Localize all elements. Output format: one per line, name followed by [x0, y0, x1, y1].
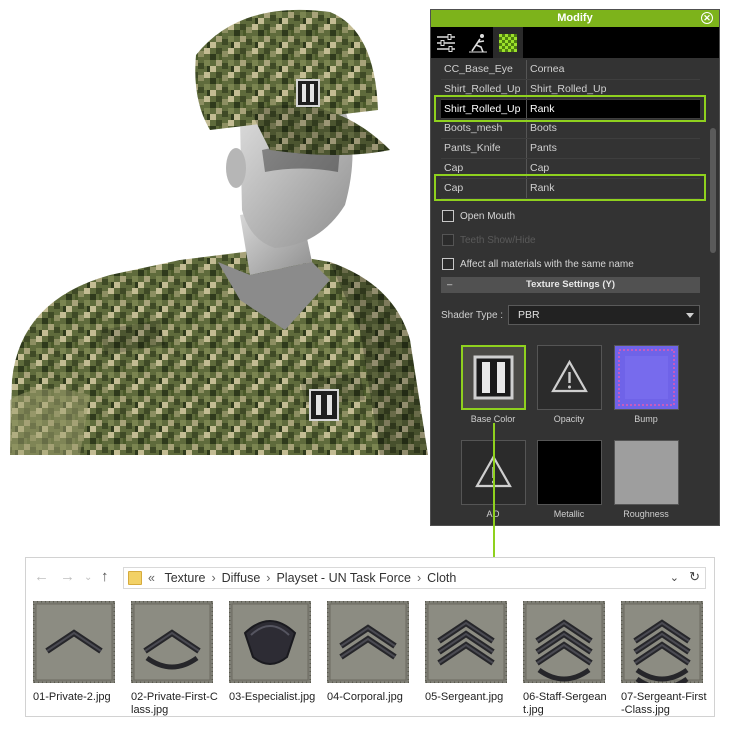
- file-item[interactable]: 03-Especialist.jpg: [227, 599, 317, 704]
- up-arrow-icon[interactable]: ↑: [101, 568, 109, 585]
- opacity-slot[interactable]: [537, 345, 602, 410]
- highlight-frame: [434, 95, 706, 122]
- rank-thumbnail: [521, 599, 607, 685]
- breadcrumb-cloth[interactable]: Cloth: [427, 571, 456, 585]
- rank-thumbnail: [423, 599, 509, 685]
- close-circle-icon[interactable]: ✕: [701, 12, 713, 24]
- file-explorer-window: ← → ⌄ ↑ « Texture › Diffuse › Playset - UN T…: [25, 557, 715, 717]
- explorer-nav-bar: ← → ⌄ ↑ « Texture › Diffuse › Playset - UN T…: [26, 558, 714, 594]
- material-name: Pants: [530, 142, 557, 155]
- chevron-down-icon: [686, 313, 694, 318]
- breadcrumb: « Texture › Diffuse › Playset - UN Task Forc…: [148, 568, 456, 588]
- file-name: 04-Corporal.jpg: [327, 691, 403, 703]
- modify-panel: Modify ✕ CC_Base_Eye Cornea Shirt_Rolled_…: [430, 9, 720, 526]
- file-name: 01-Private-2.jpg: [33, 691, 111, 703]
- roughness-slot[interactable]: [614, 440, 679, 505]
- section-title: Texture Settings (Y): [525, 279, 616, 290]
- refresh-icon[interactable]: ↻: [689, 567, 700, 587]
- panel-title: Modify: [557, 12, 593, 24]
- rank-thumbnail: [129, 599, 215, 685]
- metallic-slot[interactable]: [537, 440, 602, 505]
- checkbox-box[interactable]: [442, 210, 454, 222]
- shader-value: PBR: [518, 309, 540, 321]
- object-name: Pants_Knife: [441, 139, 527, 158]
- file-item[interactable]: 06-Staff-Sergeant.jpg: [521, 599, 611, 717]
- material-list-scrollbar[interactable]: [710, 128, 716, 253]
- bump-slot[interactable]: [614, 345, 679, 410]
- file-name: 02-Private-First-Class.jpg: [131, 691, 218, 716]
- file-item[interactable]: 07-Sergeant-First-Class.jpg: [619, 599, 709, 717]
- panel-tab-bar: [431, 27, 719, 58]
- checkbox-box[interactable]: [442, 258, 454, 270]
- chevron-right-icon: ›: [211, 571, 216, 585]
- material-name: Boots: [530, 122, 557, 135]
- soldier-character-image: [10, 9, 428, 455]
- chevron-right-icon: ›: [266, 571, 271, 585]
- chevron-down-icon[interactable]: ⌄: [670, 568, 679, 588]
- warning-icon: [551, 359, 588, 393]
- slot-label: Roughness: [623, 509, 669, 519]
- shader-type-select[interactable]: PBR: [508, 305, 700, 325]
- texture-settings-header[interactable]: – Texture Settings (Y): [441, 277, 700, 293]
- normal-map-thumbnail: [615, 346, 678, 409]
- recent-chevron-icon[interactable]: ⌄: [84, 572, 92, 583]
- checkbox-label: Open Mouth: [460, 210, 516, 222]
- rank-thumbnail: [227, 599, 313, 685]
- overflow-chevron-icon[interactable]: «: [148, 571, 155, 585]
- forward-arrow-icon[interactable]: →: [60, 568, 75, 585]
- file-name: 05-Sergeant.jpg: [425, 691, 504, 703]
- rank-thumbnail: [325, 599, 411, 685]
- checkbox-label: Affect all materials with the same name: [460, 258, 634, 270]
- breadcrumb-texture[interactable]: Texture: [164, 571, 205, 585]
- rank-thumbnail: [31, 599, 117, 685]
- slot-label: Bump: [634, 414, 658, 424]
- file-name: 03-Especialist.jpg: [229, 691, 316, 703]
- open-mouth-checkbox[interactable]: Open Mouth: [442, 210, 515, 222]
- checkbox-label: Teeth Show/Hide: [460, 234, 536, 246]
- material-row[interactable]: Pants_Knife Pants: [441, 139, 700, 159]
- teeth-toggle-checkbox: Teeth Show/Hide: [442, 234, 536, 246]
- base-color-slot[interactable]: [461, 345, 526, 410]
- file-item[interactable]: 02-Private-First-Class.jpg: [129, 599, 219, 717]
- object-name: Boots_mesh: [441, 119, 527, 139]
- file-item[interactable]: 04-Corporal.jpg: [325, 599, 415, 704]
- breadcrumb-diffuse[interactable]: Diffuse: [222, 571, 261, 585]
- sliders-icon[interactable]: [431, 27, 461, 58]
- file-item[interactable]: 01-Private-2.jpg: [31, 599, 121, 704]
- file-name: 06-Staff-Sergeant.jpg: [523, 691, 607, 716]
- pose-icon[interactable]: [463, 27, 493, 58]
- collapse-icon[interactable]: –: [447, 277, 452, 293]
- material-row[interactable]: CC_Base_Eye Cornea: [441, 60, 700, 80]
- connector-line: [493, 423, 495, 575]
- back-arrow-icon[interactable]: ←: [34, 568, 49, 585]
- panel-title-bar: Modify ✕: [431, 10, 719, 27]
- affect-all-checkbox[interactable]: Affect all materials with the same name: [442, 258, 634, 270]
- slot-label: Opacity: [553, 414, 585, 424]
- material-checker-icon[interactable]: [493, 27, 523, 58]
- highlight-frame: [434, 174, 706, 201]
- file-name: 07-Sergeant-First-Class.jpg: [621, 691, 707, 716]
- shader-type-label: Shader Type :: [441, 310, 504, 321]
- rank-thumbnail: [619, 599, 705, 691]
- rank-texture-thumbnail: [463, 347, 524, 408]
- breadcrumb-playset[interactable]: Playset - UN Task Force: [276, 571, 411, 585]
- chevron-right-icon: ›: [417, 571, 422, 585]
- material-row[interactable]: Boots_mesh Boots: [441, 119, 700, 140]
- slot-label: Metallic: [553, 509, 585, 519]
- file-item[interactable]: 05-Sergeant.jpg: [423, 599, 513, 704]
- address-bar[interactable]: « Texture › Diffuse › Playset - UN Task Forc…: [123, 567, 706, 589]
- object-name: CC_Base_Eye: [441, 60, 527, 79]
- folder-icon: [128, 571, 142, 585]
- checkbox-box: [442, 234, 454, 246]
- material-name: Cornea: [530, 63, 565, 75]
